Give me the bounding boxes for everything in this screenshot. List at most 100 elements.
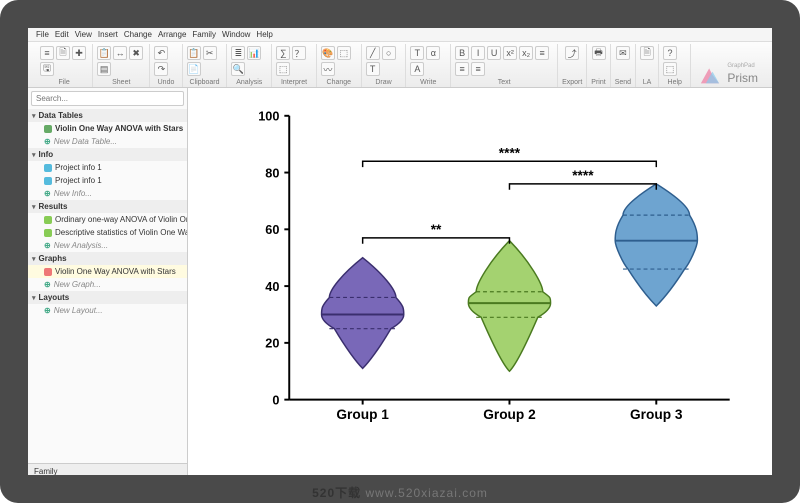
tree-item[interactable]: Project info 1 bbox=[28, 174, 187, 187]
section-layouts[interactable]: ▾Layouts bbox=[28, 291, 187, 304]
violin-chart: 020406080100Group 1Group 2Group 3*******… bbox=[218, 106, 752, 429]
ribbon-label: Help bbox=[668, 79, 682, 87]
ribbon-label: Clipboard bbox=[190, 79, 220, 87]
ribbon-icon[interactable]: ≣ bbox=[231, 46, 245, 60]
ribbon-label: File bbox=[58, 79, 69, 87]
ribbon-icon[interactable]: α bbox=[426, 46, 440, 60]
ribbon-icon[interactable]: ↶ bbox=[154, 46, 168, 60]
ribbon-icon[interactable]: ○ bbox=[382, 46, 396, 60]
graph-canvas: 020406080100Group 1Group 2Group 3*******… bbox=[188, 88, 772, 479]
plus-icon: ⊕ bbox=[44, 137, 51, 146]
y-tick-label: 0 bbox=[272, 393, 279, 408]
ribbon-icon[interactable]: ≡ bbox=[535, 46, 549, 60]
ribbon-label: Change bbox=[327, 79, 352, 87]
tree-item[interactable]: ⊕New Analysis... bbox=[28, 239, 187, 252]
ribbon-icon[interactable]: T bbox=[410, 46, 424, 60]
ribbon-label: Interpret bbox=[281, 79, 307, 87]
ribbon-group-help: ? ⬚ Help bbox=[659, 44, 691, 87]
ribbon-icon[interactable]: 📋 bbox=[97, 46, 111, 60]
ribbon-icon[interactable]: 📄 bbox=[187, 62, 201, 76]
tree-item[interactable]: Descriptive statistics of Violin One Way… bbox=[28, 226, 187, 239]
ribbon-icon[interactable]: 🖫 bbox=[40, 62, 54, 76]
ribbon-icon[interactable]: ? bbox=[663, 46, 677, 60]
y-tick-label: 40 bbox=[265, 279, 279, 294]
sig-bracket bbox=[363, 161, 657, 167]
ribbon-icon[interactable]: ⬚ bbox=[663, 62, 677, 76]
ribbon-icon[interactable]: 📋 bbox=[187, 46, 201, 60]
ribbon-icon[interactable]: ≡ bbox=[471, 62, 485, 76]
ribbon-icon[interactable]: ⬚ bbox=[337, 46, 351, 60]
ribbon-icon[interactable]: A bbox=[410, 62, 424, 76]
plus-icon: ⊕ bbox=[44, 241, 51, 250]
tree-item[interactable]: ⊕New Layout... bbox=[28, 304, 187, 317]
menu-help[interactable]: Help bbox=[256, 30, 272, 39]
ribbon-label: Analysis bbox=[236, 79, 262, 87]
ribbon-icon[interactable]: ↷ bbox=[154, 62, 168, 76]
section-graphs[interactable]: ▾Graphs bbox=[28, 252, 187, 265]
ribbon-icon[interactable]: U bbox=[487, 46, 501, 60]
ribbon-icon[interactable]: 🎨 bbox=[321, 46, 335, 60]
section-data-tables[interactable]: ▾Data Tables bbox=[28, 109, 187, 122]
ribbon-group-send: ✉Send bbox=[611, 44, 636, 87]
menu-window[interactable]: Window bbox=[222, 30, 250, 39]
menu-insert[interactable]: Insert bbox=[98, 30, 118, 39]
ribbon-label: Undo bbox=[158, 79, 175, 87]
menubar: File Edit View Insert Change Arrange Family Win… bbox=[28, 28, 772, 42]
ribbon-icon[interactable]: ⬚ bbox=[276, 62, 290, 76]
ribbon: ≡🗎✚🖫File📋↔✖▤Sheet↶↷Undo📋✂📄Clipboard≣📊🔍An… bbox=[28, 42, 772, 88]
ribbon-label: Text bbox=[498, 79, 511, 87]
ribbon-icon[interactable]: T bbox=[366, 62, 380, 76]
section-results[interactable]: ▾Results bbox=[28, 200, 187, 213]
ribbon-group-analysis: ≣📊🔍 Analysis bbox=[227, 44, 272, 87]
search-input[interactable] bbox=[31, 91, 184, 106]
ribbon-label: Print bbox=[591, 79, 605, 87]
ribbon-icon[interactable]: ✚ bbox=[72, 46, 86, 60]
ribbon-icon[interactable]: 🖶 bbox=[592, 46, 606, 60]
ribbon-label: Write bbox=[420, 79, 436, 87]
tree-item[interactable]: ⊕New Data Table... bbox=[28, 135, 187, 148]
plus-icon: ⊕ bbox=[44, 189, 51, 198]
ribbon-icon[interactable]: x² bbox=[503, 46, 517, 60]
tree-item[interactable]: ⊕New Graph... bbox=[28, 278, 187, 291]
chevron-down-icon: ▾ bbox=[32, 294, 36, 302]
search-box[interactable] bbox=[31, 91, 184, 106]
menu-view[interactable]: View bbox=[75, 30, 92, 39]
violin-3 bbox=[615, 184, 697, 306]
tree-item-label: Violin One Way ANOVA with Stars bbox=[55, 124, 183, 133]
ribbon-icon[interactable]: B bbox=[455, 46, 469, 60]
ribbon-icon[interactable]: 🗎 bbox=[56, 46, 70, 60]
ribbon-label: Sheet bbox=[112, 79, 130, 87]
ribbon-icon[interactable]: ∑ bbox=[276, 46, 290, 60]
ribbon-icon[interactable]: I bbox=[471, 46, 485, 60]
tree-item[interactable]: Ordinary one-way ANOVA of Violin One... bbox=[28, 213, 187, 226]
tree-item[interactable]: Violin One Way ANOVA with Stars bbox=[28, 122, 187, 135]
tree-item-label: Project info 1 bbox=[55, 176, 102, 185]
menu-change[interactable]: Change bbox=[124, 30, 152, 39]
family-header[interactable]: Family bbox=[28, 463, 187, 479]
ribbon-icon[interactable]: ✂ bbox=[203, 46, 217, 60]
tree-item[interactable]: Project info 1 bbox=[28, 161, 187, 174]
ribbon-icon[interactable]: ≡ bbox=[40, 46, 54, 60]
ribbon-icon[interactable]: ⤴ bbox=[565, 46, 579, 60]
ribbon-icon[interactable]: ╱ bbox=[366, 46, 380, 60]
tree-item[interactable]: ⊕New Info... bbox=[28, 187, 187, 200]
ribbon-icon[interactable]: ？ bbox=[292, 46, 306, 60]
ribbon-label: Export bbox=[562, 79, 582, 87]
ribbon-icon[interactable]: x₂ bbox=[519, 46, 533, 60]
ribbon-icon[interactable]: ▤ bbox=[97, 62, 111, 76]
ribbon-icon[interactable]: ↔ bbox=[113, 46, 127, 60]
ribbon-icon[interactable]: 〰 bbox=[321, 62, 335, 76]
menu-edit[interactable]: Edit bbox=[55, 30, 69, 39]
section-info[interactable]: ▾Info bbox=[28, 148, 187, 161]
ribbon-icon[interactable]: 📊 bbox=[247, 46, 261, 60]
ribbon-icon[interactable]: ≡ bbox=[455, 62, 469, 76]
menu-arrange[interactable]: Arrange bbox=[158, 30, 186, 39]
ribbon-icon[interactable]: 🗎 bbox=[640, 46, 654, 60]
menu-family[interactable]: Family bbox=[192, 30, 216, 39]
menu-file[interactable]: File bbox=[36, 30, 49, 39]
laptop-frame: File Edit View Insert Change Arrange Family Win… bbox=[0, 0, 800, 503]
ribbon-icon[interactable]: 🔍 bbox=[231, 62, 245, 76]
tree-item[interactable]: Violin One Way ANOVA with Stars bbox=[28, 265, 187, 278]
ribbon-icon[interactable]: ✉ bbox=[616, 46, 630, 60]
ribbon-icon[interactable]: ✖ bbox=[129, 46, 143, 60]
